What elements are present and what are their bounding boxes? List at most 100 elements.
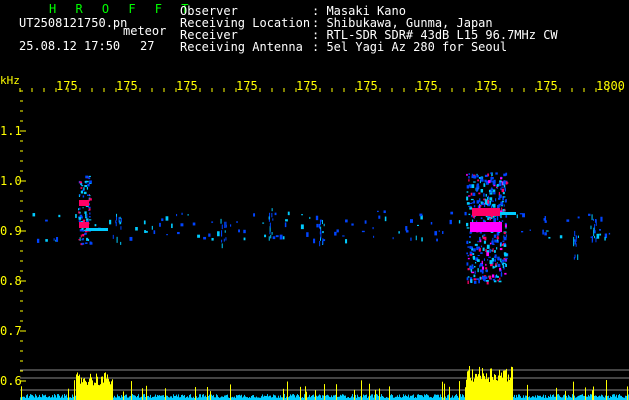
minor-echo-pixel [268, 219, 270, 222]
meteor-echo-pixel [89, 195, 91, 197]
meteor-echo-pixel [466, 173, 468, 176]
signal-speck [351, 223, 354, 226]
signal-speck [262, 222, 265, 224]
meteor-echo-pixel [473, 274, 476, 278]
power-bar [459, 381, 460, 400]
power-bar [355, 394, 356, 400]
power-bar [371, 394, 372, 400]
meteor-echo-pixel [470, 198, 474, 201]
minor-echo-pixel [224, 221, 226, 229]
power-bar [161, 395, 162, 400]
power-bar [572, 394, 573, 400]
power-bar [357, 394, 358, 400]
power-bar [167, 395, 168, 400]
meteor-echo-pixel [504, 222, 507, 225]
meteor-echo-pixel [501, 186, 504, 188]
power-bar [410, 395, 411, 400]
meteor-echo-pixel [493, 280, 497, 283]
meteor-echo-pixel [88, 175, 91, 177]
meteor-echo-pixel [466, 222, 469, 227]
power-bar [200, 394, 201, 400]
meteor-echo-pixel [480, 201, 483, 204]
meteor-echo-pixel [497, 239, 499, 242]
datetime-label: 25.08.12 17:50 [19, 39, 121, 53]
power-bar [426, 394, 427, 400]
meteor-echo-pixel [498, 192, 500, 196]
signal-speck [171, 223, 173, 229]
power-bar [208, 395, 209, 400]
power-bar [413, 394, 414, 400]
signal-speck [430, 221, 433, 225]
signal-speck [53, 238, 55, 241]
meteor-echo-tail [500, 212, 516, 215]
power-bar [490, 368, 491, 400]
power-bar [36, 395, 37, 400]
minor-echo-pixel [116, 236, 118, 243]
power-bar [256, 396, 257, 400]
power-bar [569, 396, 570, 400]
signal-speck [253, 213, 256, 217]
power-bar [253, 395, 254, 400]
meteor-echo-pixel [480, 245, 483, 248]
meteor-echo-pixel [78, 217, 82, 220]
filename-label: UT2508121750.pn [19, 16, 128, 30]
power-bar [565, 390, 566, 400]
power-bar [582, 394, 583, 400]
meteor-echo-pixel [472, 256, 475, 259]
meteor-echo-pixel [466, 227, 470, 229]
power-bar [449, 386, 450, 400]
meteor-echo-pixel [481, 266, 485, 270]
x-tick-label: 175 [56, 79, 78, 93]
power-bar [21, 386, 22, 400]
signal-speck [197, 234, 201, 238]
meteor-echo-pixel [479, 180, 481, 184]
meteor-echo-pixel [483, 193, 485, 197]
meteor-echo-pixel [495, 198, 497, 202]
meteor-echo-pixel [86, 237, 89, 241]
signal-speck [238, 229, 240, 233]
power-bar [626, 395, 627, 400]
power-bar [435, 394, 436, 400]
power-bar [543, 394, 544, 400]
power-bar [84, 378, 85, 400]
signal-speck [417, 224, 419, 227]
signal-speck [159, 222, 161, 227]
power-bar [336, 384, 337, 400]
signal-speck [243, 229, 246, 234]
minor-echo-pixel [119, 220, 121, 225]
meteor-echo-pixel [467, 268, 470, 271]
power-bar [574, 395, 575, 400]
meteor-echo-pixel [488, 256, 491, 258]
power-bar [57, 394, 58, 400]
meteor-echo-pixel [500, 187, 502, 191]
meteor-echo-pixel [489, 260, 493, 265]
meteor-echo-pixel [492, 237, 494, 241]
power-bar [78, 375, 79, 400]
signal-speck [143, 220, 146, 225]
power-bar [447, 395, 448, 400]
minor-echo-pixel [118, 217, 120, 223]
meteor-echo-pixel [504, 200, 506, 203]
meteor-echo-pixel [469, 184, 472, 189]
power-bar [187, 396, 188, 400]
meteor-echo-pixel [466, 252, 468, 255]
signal-speck [211, 221, 214, 223]
meteor-echo-pixel [502, 240, 505, 242]
meteor-echo-pixel [498, 197, 501, 200]
power-bar [80, 383, 81, 400]
meteor-echo-pixel [477, 246, 481, 249]
x-tick-label: 175 [536, 79, 558, 93]
power-bar [505, 370, 506, 400]
power-bar [274, 395, 275, 400]
signal-speck [211, 237, 214, 241]
power-bar [90, 373, 91, 400]
minor-echo-pixel [268, 236, 270, 241]
power-bar [369, 383, 370, 400]
power-bar [243, 396, 244, 400]
signal-speck [398, 231, 400, 234]
power-bar [325, 395, 326, 400]
power-bar [378, 396, 379, 400]
power-bar [594, 395, 595, 400]
power-bar [92, 380, 93, 400]
minor-echo-pixel [221, 230, 223, 237]
